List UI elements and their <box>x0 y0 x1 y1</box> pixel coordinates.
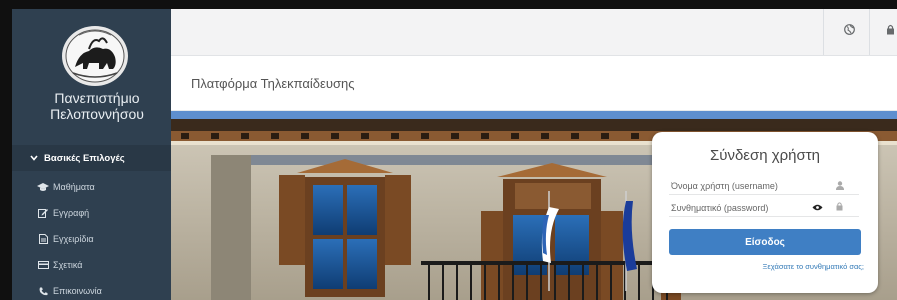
lock-icon <box>836 202 843 213</box>
sidebar-item-about[interactable]: Σχετικά <box>12 252 171 278</box>
chevron-down-icon <box>30 153 38 164</box>
university-name: Πανεπιστήμιο Πελοποννήσου <box>12 90 182 122</box>
sidebar-item-label: Επικοινωνία <box>53 286 102 296</box>
sidebar-item-label: Μαθήματα <box>53 182 95 192</box>
university-name-line2: Πελοποννήσου <box>50 106 144 122</box>
document-icon <box>36 234 50 244</box>
sidebar-item-manuals[interactable]: Εγχειρίδια <box>12 226 171 252</box>
university-seal-logo <box>62 26 128 86</box>
sidebar: Πανεπιστήμιο Πελοποννήσου Βασικές Επιλογ… <box>12 9 171 300</box>
sidebar-item-registration[interactable]: Εγγραφή <box>12 200 171 226</box>
lock-icon[interactable] <box>886 24 895 38</box>
show-password-eye-icon[interactable] <box>812 203 823 213</box>
globe-icon[interactable] <box>844 24 855 38</box>
nav-section-label: Βασικές Επιλογές <box>44 152 125 164</box>
password-input[interactable] <box>669 200 859 217</box>
sidebar-item-contact[interactable]: Επικοινωνία <box>12 278 171 300</box>
sidebar-item-courses[interactable]: Μαθήματα <box>12 174 171 200</box>
sidebar-item-label: Εγχειρίδια <box>53 234 94 244</box>
app-window: Πανεπιστήμιο Πελοποννήσου Βασικές Επιλογ… <box>12 9 897 300</box>
page-title: Πλατφόρμα Τηλεκπαίδευσης <box>191 76 355 91</box>
graduation-cap-icon <box>36 182 50 192</box>
forgot-password-link[interactable]: Ξεχάσατε το συνθηματικό σας; <box>763 262 864 271</box>
login-submit-button[interactable]: Είσοδος <box>669 229 861 255</box>
user-icon <box>836 181 844 192</box>
edit-icon <box>36 208 50 218</box>
phone-icon <box>36 287 50 296</box>
page-heading: Πλατφόρμα Τηλεκπαίδευσης <box>171 56 897 111</box>
login-title: Σύνδεση χρήστη <box>709 147 821 164</box>
topbar-divider <box>823 9 824 55</box>
top-navbar <box>171 9 897 56</box>
nav-section-basic-options[interactable]: Βασικές Επιλογές <box>12 145 171 171</box>
credit-card-icon <box>36 261 50 269</box>
topbar-divider <box>869 9 870 55</box>
sidebar-item-label: Εγγραφή <box>53 208 90 218</box>
university-name-line1: Πανεπιστήμιο <box>54 90 140 106</box>
sidebar-item-label: Σχετικά <box>53 260 83 270</box>
login-card: Σύνδεση χρήστη Είσοδος Ξεχάσατε το συνθη… <box>652 132 878 293</box>
nav-list: Μαθήματα Εγγραφή Εγχειρίδια Σχετικά Επικ… <box>12 174 171 300</box>
username-input[interactable] <box>669 178 859 195</box>
